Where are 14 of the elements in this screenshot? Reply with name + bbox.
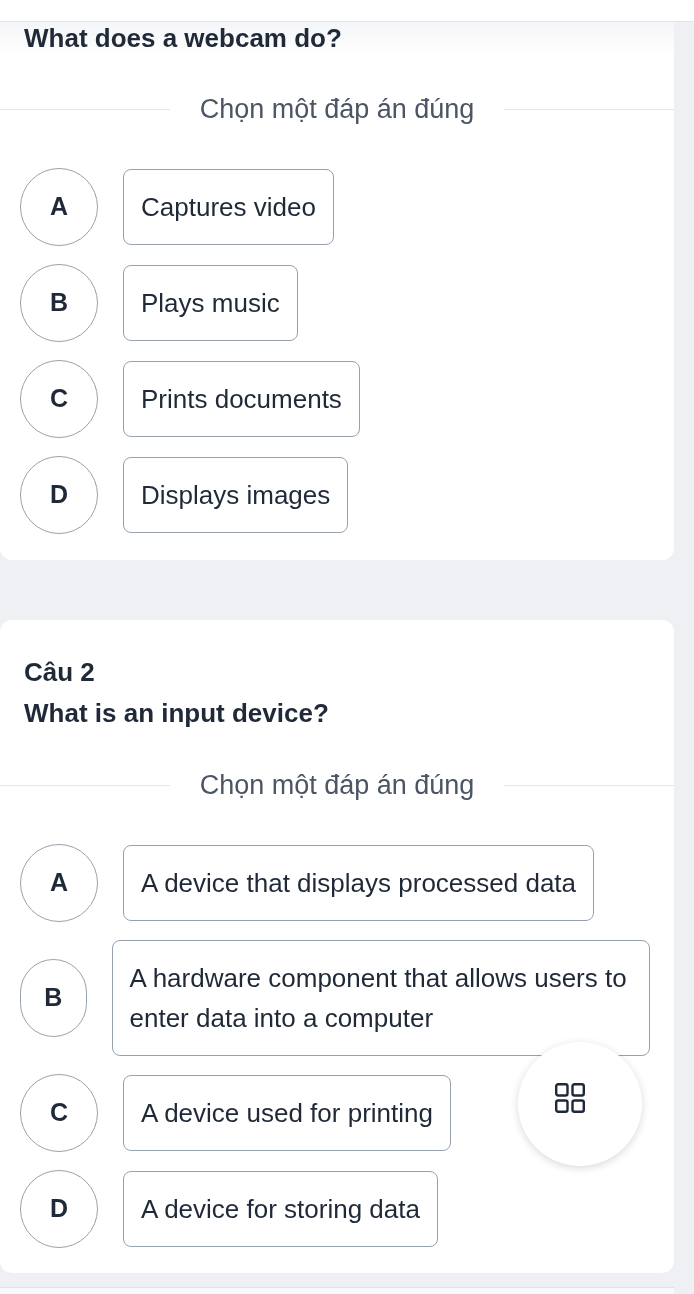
option-button[interactable]: A device used for printing (123, 1075, 451, 1151)
grid-icon (555, 1083, 585, 1113)
instruction-label: Chọn một đáp án đúng (199, 769, 475, 801)
option-button[interactable]: A device for storing data (123, 1171, 438, 1247)
option-button[interactable]: Plays music (123, 265, 298, 341)
option-button[interactable]: Captures video (123, 169, 334, 245)
option-button[interactable]: Displays images (123, 457, 349, 533)
option-button[interactable]: A device that displays processed data (123, 845, 595, 921)
question-number: Câu 2 (24, 656, 95, 688)
instruction-label: Chọn một đáp án đúng (199, 93, 475, 125)
option-button[interactable]: A hardware component that allows users to enter data into a computer (111, 940, 650, 1056)
question-title: What is an input device? (24, 697, 329, 729)
option-button[interactable]: Prints documents (123, 361, 360, 437)
question-title: What does a webcam do? (24, 22, 342, 54)
